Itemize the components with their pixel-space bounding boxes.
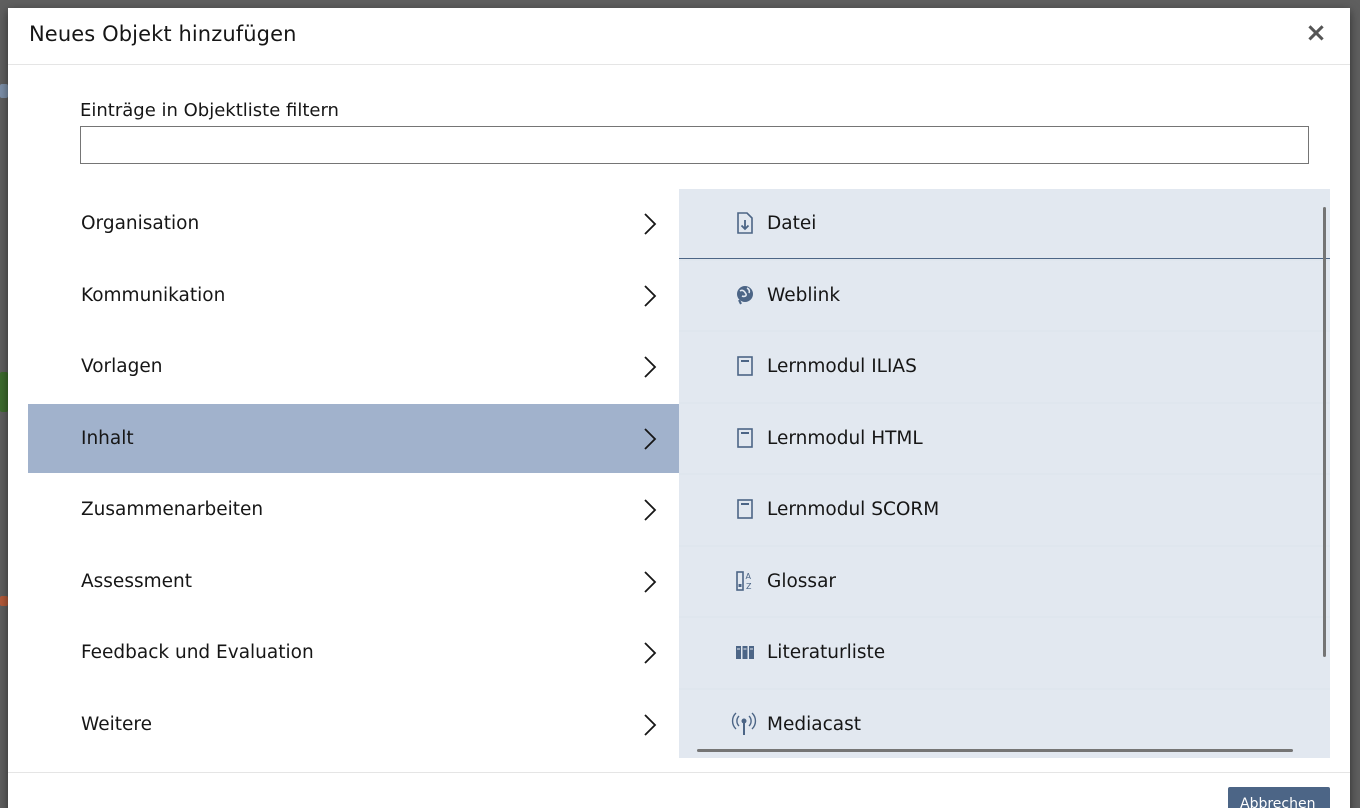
chevron-right-icon bbox=[637, 354, 661, 380]
chevron-right-icon bbox=[637, 211, 661, 237]
dialog-footer: Abbrechen bbox=[8, 772, 1350, 808]
chevron-right-icon bbox=[637, 569, 661, 595]
object-label: Datei bbox=[767, 212, 817, 234]
category-label: Feedback und Evaluation bbox=[81, 642, 314, 663]
filter-label: Einträge in Objektliste filtern bbox=[80, 100, 339, 121]
chevron-right-icon bbox=[637, 283, 661, 309]
learning-module-icon bbox=[735, 426, 755, 450]
object-label: Lernmodul SCORM bbox=[767, 499, 940, 521]
category-feedback-und-evaluation[interactable]: Feedback und Evaluation bbox=[28, 618, 679, 687]
dialog-header: Neues Objekt hinzufügen × bbox=[8, 8, 1350, 65]
svg-text:A: A bbox=[746, 572, 752, 581]
filter-input[interactable] bbox=[80, 126, 1309, 164]
chevron-right-icon bbox=[637, 712, 661, 738]
vertical-scrollbar[interactable] bbox=[1323, 207, 1326, 657]
backdrop-fragment bbox=[0, 84, 8, 98]
chevron-right-icon bbox=[637, 640, 661, 666]
category-label: Inhalt bbox=[81, 427, 134, 449]
category-assessment[interactable]: Assessment bbox=[28, 547, 679, 616]
category-list: Organisation Kommunikation Vorlagen Inhalt Z… bbox=[28, 189, 679, 761]
learning-module-icon bbox=[735, 497, 755, 521]
category-label: Kommunikation bbox=[81, 284, 226, 306]
object-label: Glossar bbox=[767, 570, 837, 592]
broadcast-icon bbox=[731, 711, 757, 736]
object-list: Datei Weblink Lernmodul ILIAS Lernmodul HTM… bbox=[679, 189, 1330, 758]
category-vorlagen[interactable]: Vorlagen bbox=[28, 332, 679, 401]
category-zusammenarbeiten[interactable]: Zusammenarbeiten bbox=[28, 475, 679, 544]
file-download-icon bbox=[735, 211, 755, 235]
cancel-button[interactable]: Abbrechen bbox=[1228, 787, 1330, 808]
object-literaturliste[interactable]: Literaturliste bbox=[679, 618, 1330, 688]
object-lernmodul-scorm[interactable]: Lernmodul SCORM bbox=[679, 475, 1330, 545]
category-inhalt[interactable]: Inhalt bbox=[28, 403, 679, 473]
category-label: Organisation bbox=[81, 213, 200, 234]
category-organisation[interactable]: Organisation bbox=[28, 189, 679, 258]
object-label: Mediacast bbox=[767, 713, 861, 735]
chevron-right-icon bbox=[637, 426, 661, 452]
object-label: Weblink bbox=[767, 284, 841, 306]
object-glossar[interactable]: A Z Glossar bbox=[679, 546, 1330, 616]
category-label: Assessment bbox=[81, 570, 192, 592]
object-datei[interactable]: Datei bbox=[679, 189, 1330, 259]
object-lernmodul-html[interactable]: Lernmodul HTML bbox=[679, 403, 1330, 473]
object-weblink[interactable]: Weblink bbox=[679, 260, 1330, 330]
horizontal-scrollbar[interactable] bbox=[697, 749, 1293, 752]
svg-text:Z: Z bbox=[746, 582, 752, 591]
category-label: Weitere bbox=[81, 713, 152, 735]
object-label: Lernmodul HTML bbox=[767, 427, 923, 449]
close-button[interactable]: × bbox=[1304, 20, 1328, 46]
learning-module-icon bbox=[735, 354, 755, 378]
backdrop-fragment bbox=[0, 372, 8, 412]
category-kommunikation[interactable]: Kommunikation bbox=[28, 261, 679, 330]
glossary-az-icon: AZ bbox=[735, 569, 755, 593]
category-label: Zusammenarbeiten bbox=[81, 499, 264, 520]
object-label: Lernmodul ILIAS bbox=[767, 356, 917, 378]
weblink-globe-icon bbox=[735, 283, 755, 307]
add-object-dialog: Neues Objekt hinzufügen × Einträge in Ob… bbox=[8, 8, 1350, 808]
object-lernmodul-ilias[interactable]: Lernmodul ILIAS bbox=[679, 332, 1330, 402]
object-mediacast[interactable]: Mediacast bbox=[679, 689, 1330, 758]
chevron-right-icon bbox=[637, 497, 661, 523]
close-icon: × bbox=[1305, 18, 1327, 48]
object-label: Literaturliste bbox=[767, 642, 886, 664]
backdrop-fragment bbox=[0, 596, 8, 606]
category-weitere[interactable]: Weitere bbox=[28, 690, 679, 759]
category-label: Vorlagen bbox=[81, 356, 163, 377]
dialog-title: Neues Objekt hinzufügen bbox=[29, 22, 297, 46]
books-icon bbox=[735, 640, 755, 664]
